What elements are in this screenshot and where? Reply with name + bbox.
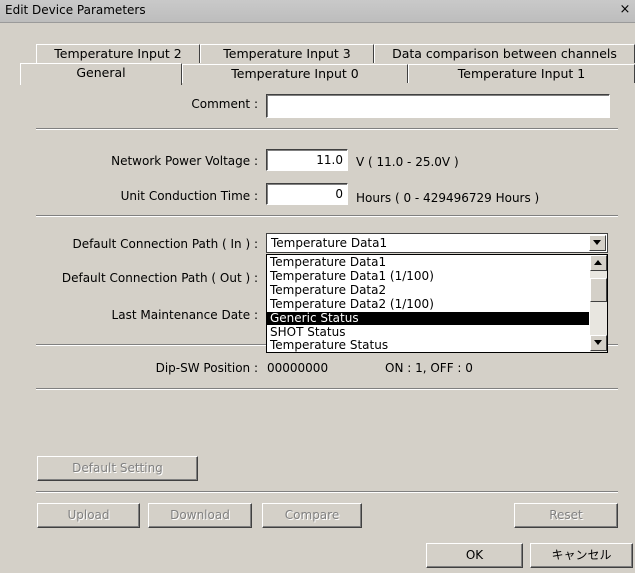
unit-conduction-time-input[interactable]: 0 <box>266 183 348 205</box>
tab-temperature-input-3[interactable]: Temperature Input 3 <box>200 44 374 63</box>
download-button[interactable]: Download <box>148 503 252 528</box>
default-setting-button[interactable]: Default Setting <box>37 456 198 481</box>
list-item[interactable]: Temperature Data2 (1/100) <box>267 298 589 311</box>
unit-conduction-time-label: Unit Conduction Time : <box>120 189 258 203</box>
divider <box>36 215 618 217</box>
path-out-label: Default Connection Path ( Out ) : <box>61 271 258 285</box>
tab-data-comparison[interactable]: Data comparison between channels <box>374 44 635 63</box>
divider <box>36 491 618 493</box>
dip-sw-value: 00000000 <box>267 361 329 375</box>
close-icon[interactable]: × <box>617 2 633 18</box>
divider <box>36 128 618 130</box>
tab-temperature-input-1[interactable]: Temperature Input 1 <box>408 64 635 83</box>
comment-input[interactable] <box>266 94 610 118</box>
time-range-label: Hours ( 0 - 429496729 Hours ) <box>356 191 540 205</box>
cancel-button[interactable]: キャンセル <box>530 543 633 568</box>
comment-label: Comment : <box>191 97 258 111</box>
list-item-selected[interactable]: Generic Status <box>267 312 589 325</box>
edit-device-parameters-dialog: Edit Device Parameters × Temperature Inp… <box>0 0 635 573</box>
scroll-up-icon[interactable] <box>590 255 607 271</box>
dip-sw-legend: ON : 1, OFF : 0 <box>385 361 473 375</box>
compare-label: Compare <box>284 508 340 522</box>
title-bar: Edit Device Parameters × <box>0 0 635 23</box>
compare-button[interactable]: Compare <box>262 503 362 528</box>
window-title: Edit Device Parameters <box>5 3 146 17</box>
chevron-down-icon[interactable] <box>589 235 606 251</box>
list-item[interactable]: Temperature Data1 (1/100) <box>267 270 589 283</box>
tab-temperature-input-0[interactable]: Temperature Input 0 <box>182 64 408 83</box>
reset-button[interactable]: Reset <box>514 503 618 528</box>
ok-button[interactable]: OK <box>426 543 523 568</box>
path-in-label: Default Connection Path ( In ) : <box>72 237 258 251</box>
last-maintenance-date-label: Last Maintenance Date : <box>111 308 258 322</box>
path-in-dropdown-list[interactable]: Temperature Data1 Temperature Data1 (1/1… <box>266 254 608 353</box>
scroll-down-icon[interactable] <box>590 335 607 351</box>
list-item[interactable]: Temperature Data1 <box>267 256 589 269</box>
default-setting-label: Default Setting <box>72 461 163 475</box>
network-power-voltage-input[interactable]: 11.0 <box>266 149 348 171</box>
tab-temperature-input-2[interactable]: Temperature Input 2 <box>36 44 200 63</box>
list-item[interactable]: Temperature Data2 <box>267 284 589 297</box>
divider <box>36 388 618 390</box>
path-in-select[interactable]: Temperature Data1 <box>266 233 608 253</box>
download-label: Download <box>170 508 230 522</box>
path-in-value: Temperature Data1 <box>271 236 388 250</box>
scrollbar-thumb[interactable] <box>590 278 607 302</box>
network-power-voltage-label: Network Power Voltage : <box>111 154 258 168</box>
voltage-range-label: V ( 11.0 - 25.0V ) <box>356 155 459 169</box>
dip-sw-label: Dip-SW Position : <box>155 361 258 375</box>
upload-label: Upload <box>67 508 110 522</box>
list-item[interactable]: Temperature Status <box>267 339 589 352</box>
tab-general[interactable]: General <box>20 63 182 85</box>
reset-label: Reset <box>549 508 583 522</box>
dropdown-scrollbar[interactable] <box>590 255 607 352</box>
upload-button[interactable]: Upload <box>37 503 140 528</box>
